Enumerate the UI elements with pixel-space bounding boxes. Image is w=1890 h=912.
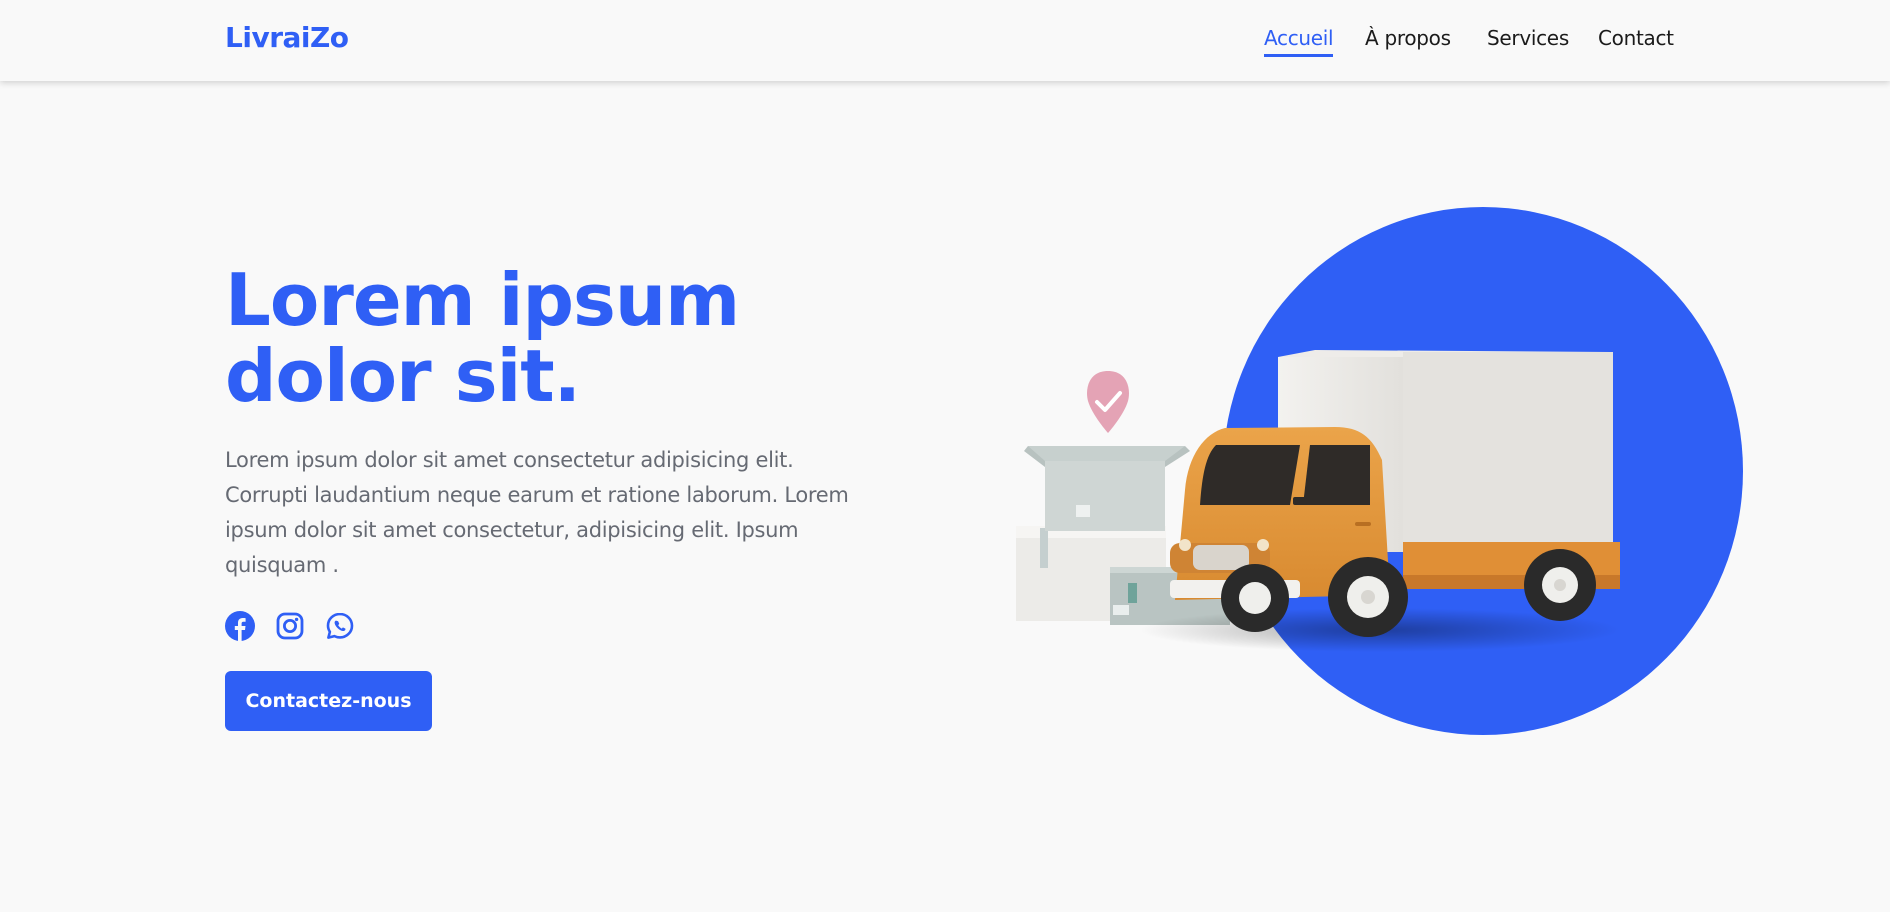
whatsapp-icon[interactable] [325, 611, 355, 641]
nav-link-contact[interactable]: Contact [1598, 26, 1674, 50]
hero-title-line-2: dolor sit. [225, 334, 581, 418]
delivery-truck-illustration [1010, 205, 1760, 740]
instagram-icon[interactable] [275, 611, 305, 641]
contact-us-button[interactable]: Contactez-nous [225, 671, 432, 731]
hero-title: Lorem ipsum dolor sit. [225, 258, 740, 418]
nav-link-accueil[interactable]: Accueil [1264, 26, 1334, 57]
hero-description: Lorem ipsum dolor sit amet consectetur a… [225, 448, 849, 577]
site-header: LivraiZo Accueil À propos Services Conta… [0, 0, 1890, 81]
location-pin [1087, 371, 1129, 433]
site-logo[interactable]: LivraiZo [225, 21, 349, 54]
facebook-icon[interactable] [225, 611, 255, 641]
nav-link-a-propos[interactable]: À propos [1365, 26, 1451, 50]
nav-link-services[interactable]: Services [1487, 26, 1569, 50]
hero-title-line-1: Lorem ipsum [225, 258, 740, 342]
